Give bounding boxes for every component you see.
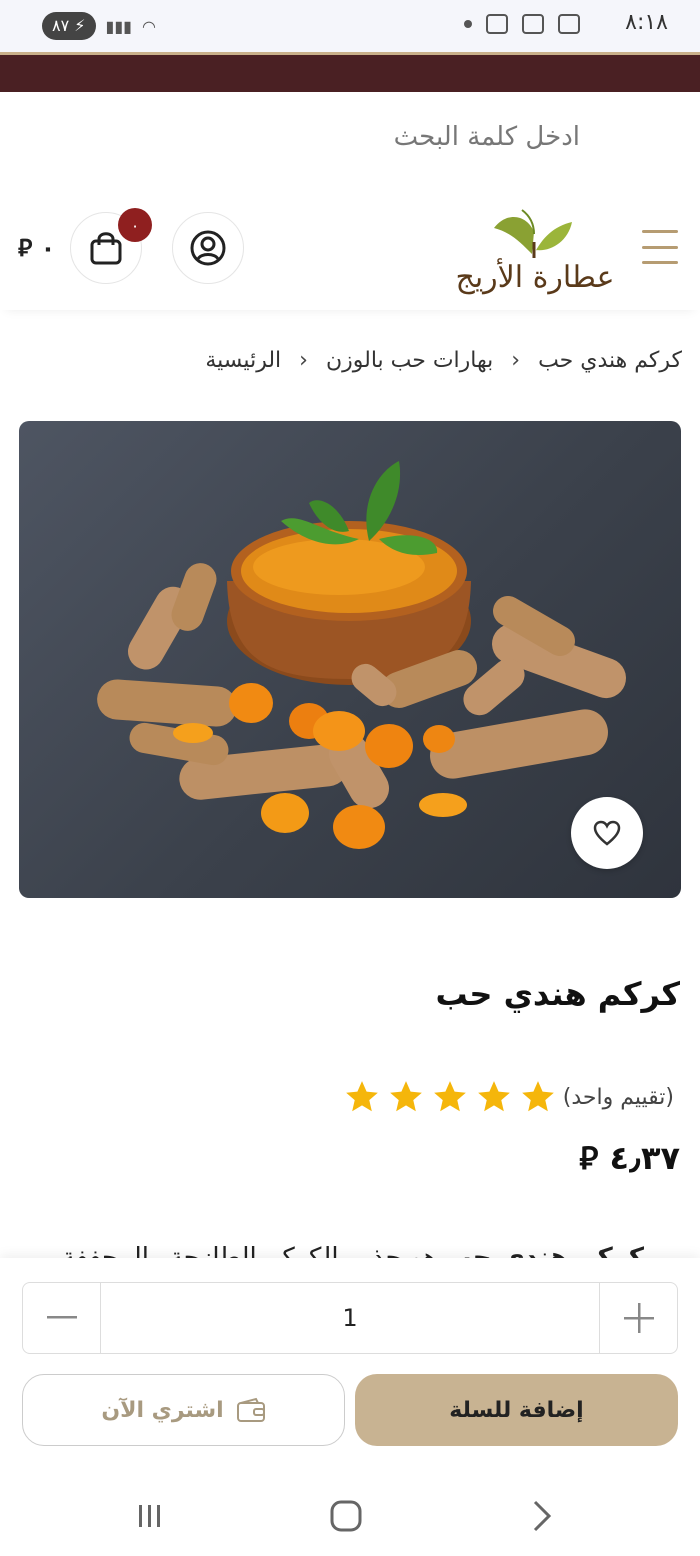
battery-indicator: ٨٧ ⚡ (42, 12, 96, 40)
product-rating[interactable]: (تقييم واحد) (343, 1078, 680, 1116)
home-button[interactable] (326, 1496, 366, 1536)
add-to-cart-button[interactable]: إضافة للسلة (355, 1374, 678, 1446)
star-icon (345, 1081, 378, 1112)
status-bar: ٨٧ ⚡ ▮▮▮ ◠ ٨:١٨ (0, 0, 700, 52)
product-price: ٤٫٣٧ ⃁ (579, 1139, 680, 1177)
star-icon (389, 1081, 422, 1112)
menu-line (642, 261, 678, 264)
screenshot-icon (558, 14, 580, 34)
breadcrumb-current: كركم هندي حب (538, 348, 682, 373)
menu-button[interactable] (642, 230, 678, 264)
site-header: عطارة الأريج ٠ ٠ ⃁ (0, 184, 700, 310)
home-icon (330, 1500, 362, 1532)
shopping-bag-icon (90, 232, 122, 265)
chevron-left-icon: ‹ (299, 348, 308, 373)
add-to-cart-label: إضافة للسلة (449, 1397, 584, 1423)
breadcrumb-home[interactable]: الرئيسية (205, 348, 281, 373)
search-bar (0, 92, 700, 184)
quantity-value[interactable]: 1 (101, 1304, 599, 1332)
cart-total: ٠ ⃁ (18, 234, 56, 262)
rating-count: (تقييم واحد) (562, 1084, 674, 1110)
product-image[interactable] (19, 421, 681, 898)
buy-now-button[interactable]: اشتري الآن (22, 1374, 345, 1446)
increase-quantity-button[interactable] (599, 1283, 677, 1353)
breadcrumb: الرئيسية ‹ بهارات حب بالوزن ‹ كركم هندي … (205, 348, 682, 373)
status-time: ٨:١٨ (625, 10, 668, 35)
logo-text: عطارة الأريج (455, 260, 615, 295)
favorite-button[interactable] (571, 797, 643, 869)
quantity-stepper: 1 (22, 1282, 678, 1354)
cart-count-badge: ٠ (118, 208, 152, 242)
decrease-quantity-button[interactable] (23, 1283, 101, 1353)
minus-icon (46, 1316, 77, 1319)
recent-apps-button[interactable] (130, 1496, 170, 1536)
brand-stripe (0, 52, 700, 92)
star-icon (521, 1081, 554, 1112)
leaf-logo-icon (494, 209, 572, 258)
status-icons (464, 14, 580, 34)
status-bar-left: ٨٧ ⚡ ▮▮▮ ◠ (42, 12, 156, 40)
menu-line (642, 230, 678, 233)
battery-level: ٨٧ (52, 16, 70, 35)
breadcrumb-category[interactable]: بهارات حب بالوزن (326, 348, 493, 373)
back-button[interactable] (522, 1496, 562, 1536)
wallet-icon (236, 1397, 265, 1422)
star-icon (477, 1081, 510, 1112)
chevron-right-icon (533, 1500, 552, 1532)
star-icon (433, 1081, 466, 1112)
account-button[interactable] (172, 212, 244, 284)
notification-dot-icon (464, 20, 472, 28)
heart-icon (593, 820, 621, 846)
menu-line (642, 245, 678, 249)
signal-icon: ▮▮▮ (105, 16, 132, 36)
buy-now-label: اشتري الآن (101, 1397, 224, 1423)
site-logo[interactable]: عطارة الأريج (450, 202, 620, 302)
plus-icon (623, 1303, 654, 1333)
recent-apps-icon (139, 1505, 160, 1527)
search-input[interactable] (160, 122, 580, 152)
chevron-left-icon: ‹ (511, 348, 521, 373)
box-icon (522, 14, 544, 34)
user-icon (190, 230, 226, 266)
product-title: كركم هندي حب (435, 975, 681, 1013)
page: ٨٧ ⚡ ▮▮▮ ◠ ٨:١٨ ادخل كلمة البحث عطارة ال… (0, 0, 700, 1556)
app-icon (486, 14, 508, 34)
system-nav-bar (0, 1476, 700, 1556)
wifi-icon: ◠ (141, 16, 156, 36)
